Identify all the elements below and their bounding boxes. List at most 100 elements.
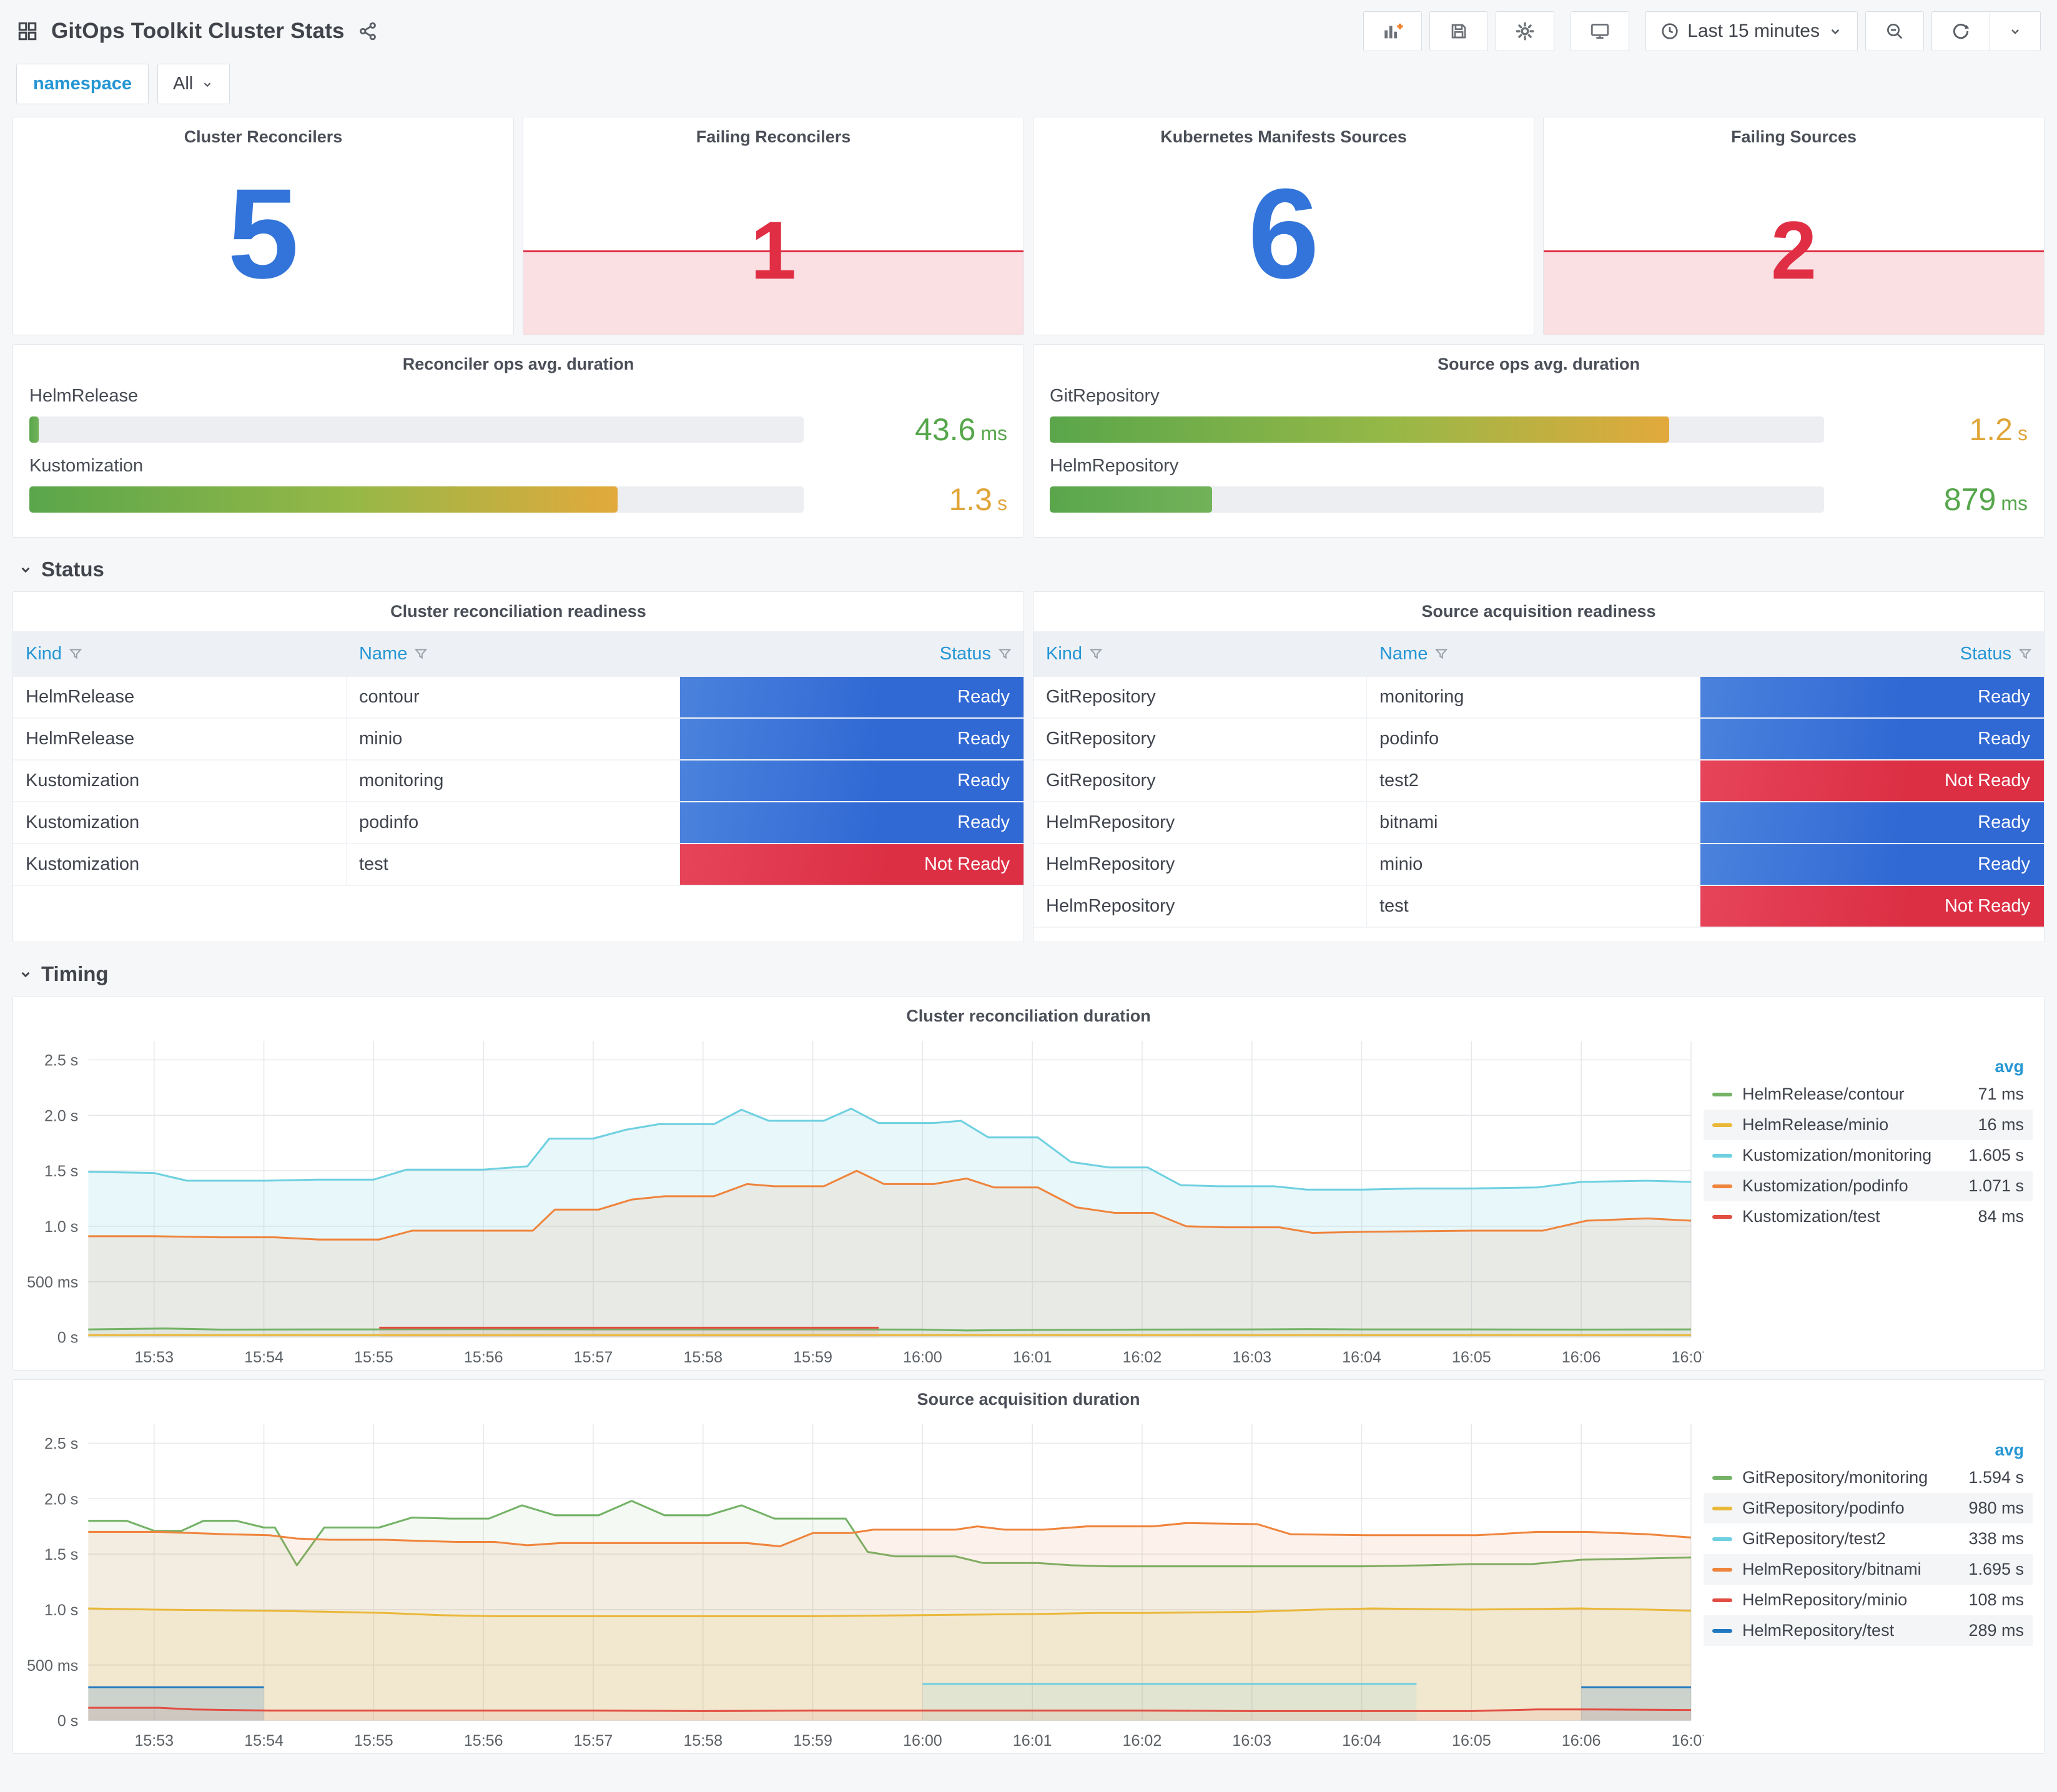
time-range-picker[interactable]: Last 15 minutes: [1645, 11, 1858, 51]
svg-text:15:56: 15:56: [464, 1732, 503, 1750]
filter-funnel-icon[interactable]: [997, 647, 1012, 662]
table-row: HelmRepository test Not Ready: [1033, 886, 2044, 928]
chart-plot-area[interactable]: 15:53 15:54 15:55 15:56 15:57 15:58 15:59 16:00…: [13, 1030, 1710, 1370]
filter-funnel-icon[interactable]: [2018, 647, 2033, 662]
svg-text:15:55: 15:55: [354, 1732, 393, 1750]
variables-bar: namespace All: [0, 56, 2057, 117]
legend-series-name: GitRepository/podinfo: [1742, 1499, 1905, 1517]
cell-name: podinfo: [1367, 719, 1700, 759]
gauge-label: HelmRelease: [29, 386, 139, 406]
cell-kind: Kustomization: [13, 761, 347, 801]
table-panel-title: Source acquisition readiness: [1421, 602, 1656, 621]
filter-funnel-icon[interactable]: [1434, 647, 1449, 662]
gauge-panel-title: Reconciler ops avg. duration: [402, 355, 634, 373]
gauge-track: [1050, 486, 1824, 513]
legend-item-kustomization-podinfo[interactable]: Kustomization/podinfo 1.071 s: [1704, 1171, 2033, 1201]
stat-value: 1: [750, 204, 797, 297]
gauge-label: HelmRepository: [1050, 456, 1179, 476]
legend-item-kustomization-monitoring[interactable]: Kustomization/monitoring 1.605 s: [1704, 1140, 2033, 1171]
legend-series-name: Kustomization/monitoring: [1742, 1146, 1932, 1164]
gauge-label: Kustomization: [29, 456, 144, 476]
share-icon[interactable]: [357, 21, 378, 42]
chart-plot-area[interactable]: 15:53 15:54 15:55 15:56 15:57 15:58 15:59 16:00…: [13, 1413, 1710, 1753]
svg-text:16:02: 16:02: [1123, 1732, 1162, 1750]
namespace-variable-value: All: [173, 74, 194, 94]
legend-item-gitrepository-podinfo[interactable]: GitRepository/podinfo 980 ms: [1704, 1493, 2033, 1524]
svg-text:2.5 s: 2.5 s: [44, 1435, 78, 1452]
legend-item-helmrelease-contour[interactable]: HelmRelease/contour 71 ms: [1704, 1079, 2033, 1110]
dashboard-settings-button[interactable]: [1496, 11, 1555, 51]
legend-item-helmrepository-minio[interactable]: HelmRepository/minio 108 ms: [1704, 1585, 2033, 1615]
chart-panel-cluster-reconciliation-duration: Cluster reconciliation duration 15:53 15:5…: [12, 996, 2045, 1371]
legend-series-swatch: [1712, 1153, 1732, 1158]
save-dashboard-button[interactable]: [1429, 11, 1489, 51]
chart-legend: avg GitRepository/monitoring 1.594 s GitRep…: [1704, 1413, 2044, 1753]
svg-text:2.0 s: 2.0 s: [44, 1107, 78, 1125]
legend-item-helmrepository-bitnami[interactable]: HelmRepository/bitnami 1.695 s: [1704, 1554, 2033, 1585]
namespace-variable-dropdown[interactable]: All: [157, 64, 230, 104]
gauge-value: 879 ms: [1943, 482, 2028, 517]
dashboard-grid-icon[interactable]: [16, 20, 39, 42]
legend-item-gitrepository-monitoring[interactable]: GitRepository/monitoring 1.594 s: [1704, 1462, 2033, 1493]
table-row: HelmRelease contour Ready: [13, 677, 1024, 719]
svg-text:15:58: 15:58: [683, 1349, 723, 1366]
gauge-value: 1.2 s: [1969, 412, 2028, 447]
svg-text:15:54: 15:54: [244, 1732, 284, 1750]
column-header-label: Status: [939, 644, 991, 664]
refresh-interval-dropdown[interactable]: [1990, 11, 2041, 51]
legend-series-avg: 84 ms: [1978, 1207, 2024, 1226]
svg-text:15:54: 15:54: [244, 1349, 284, 1366]
svg-text:1.0 s: 1.0 s: [44, 1602, 78, 1619]
cell-name: monitoring: [1367, 677, 1700, 717]
legend-item-helmrepository-test[interactable]: HelmRepository/test 289 ms: [1704, 1615, 2033, 1646]
svg-text:16:04: 16:04: [1342, 1732, 1381, 1750]
refresh-button[interactable]: [1931, 11, 1990, 51]
column-header-status[interactable]: Status: [680, 631, 1024, 677]
cell-name: contour: [347, 677, 680, 717]
stat-value: 6: [1248, 162, 1320, 305]
table-row: HelmRelease minio Ready: [13, 719, 1024, 761]
cell-name: podinfo: [347, 802, 680, 843]
svg-text:16:07: 16:07: [1672, 1732, 1704, 1750]
gauge-row-gitrepository: GitRepository 1.2 s: [1050, 386, 2028, 448]
svg-text:2.0 s: 2.0 s: [44, 1490, 78, 1508]
section-header-timing[interactable]: Timing: [12, 951, 2045, 996]
zoom-out-icon: [1885, 21, 1905, 41]
legend-series-swatch: [1712, 1475, 1732, 1480]
chevron-down-icon: [17, 561, 34, 578]
legend-series-avg: 338 ms: [1968, 1529, 2024, 1548]
svg-text:16:03: 16:03: [1232, 1732, 1271, 1750]
svg-text:0 s: 0 s: [57, 1329, 78, 1347]
cell-name: test2: [1367, 761, 1700, 801]
column-header-status[interactable]: Status: [1700, 631, 2044, 677]
column-header-name[interactable]: Name: [1367, 631, 1700, 677]
legend-series-name: Kustomization/test: [1742, 1207, 1880, 1226]
cell-name: bitnami: [1367, 802, 1700, 843]
legend-item-helmrelease-minio[interactable]: HelmRelease/minio 16 ms: [1704, 1110, 2033, 1140]
column-header-name[interactable]: Name: [347, 631, 680, 677]
add-panel-button[interactable]: [1363, 11, 1423, 51]
zoom-out-button[interactable]: [1865, 11, 1924, 51]
legend-item-kustomization-test[interactable]: Kustomization/test 84 ms: [1704, 1201, 2033, 1232]
column-header-kind[interactable]: Kind: [13, 631, 347, 677]
chart-panel-title: Source acquisition duration: [917, 1390, 1140, 1409]
section-header-status[interactable]: Status: [12, 546, 2045, 591]
table-header-row: Kind Name Status: [13, 631, 1024, 677]
cell-status: Ready: [1700, 844, 2044, 885]
cell-kind: Kustomization: [13, 844, 347, 885]
tv-mode-button[interactable]: [1571, 11, 1630, 51]
filter-funnel-icon[interactable]: [1088, 647, 1103, 662]
cell-status: Ready: [1700, 719, 2044, 759]
table-header-row: Kind Name Status: [1033, 631, 2044, 677]
filter-funnel-icon[interactable]: [68, 647, 83, 662]
stats-row: Cluster Reconcilers 5 Failing Reconcilers 1…: [12, 117, 2045, 335]
legend-item-gitrepository-test2[interactable]: GitRepository/test2 338 ms: [1704, 1524, 2033, 1554]
gauge-panel-reconciler-ops-avg-duration: Reconciler ops avg. duration HelmRelease 4…: [12, 344, 1024, 538]
table-row: GitRepository podinfo Ready: [1033, 719, 2044, 761]
legend-series-swatch: [1712, 1184, 1732, 1188]
column-header-label: Name: [1379, 644, 1428, 664]
filter-funnel-icon[interactable]: [413, 647, 428, 662]
svg-text:16:07: 16:07: [1672, 1349, 1704, 1366]
stat-panel-cluster-reconcilers: Cluster Reconcilers 5: [12, 117, 514, 335]
column-header-kind[interactable]: Kind: [1033, 631, 1367, 677]
